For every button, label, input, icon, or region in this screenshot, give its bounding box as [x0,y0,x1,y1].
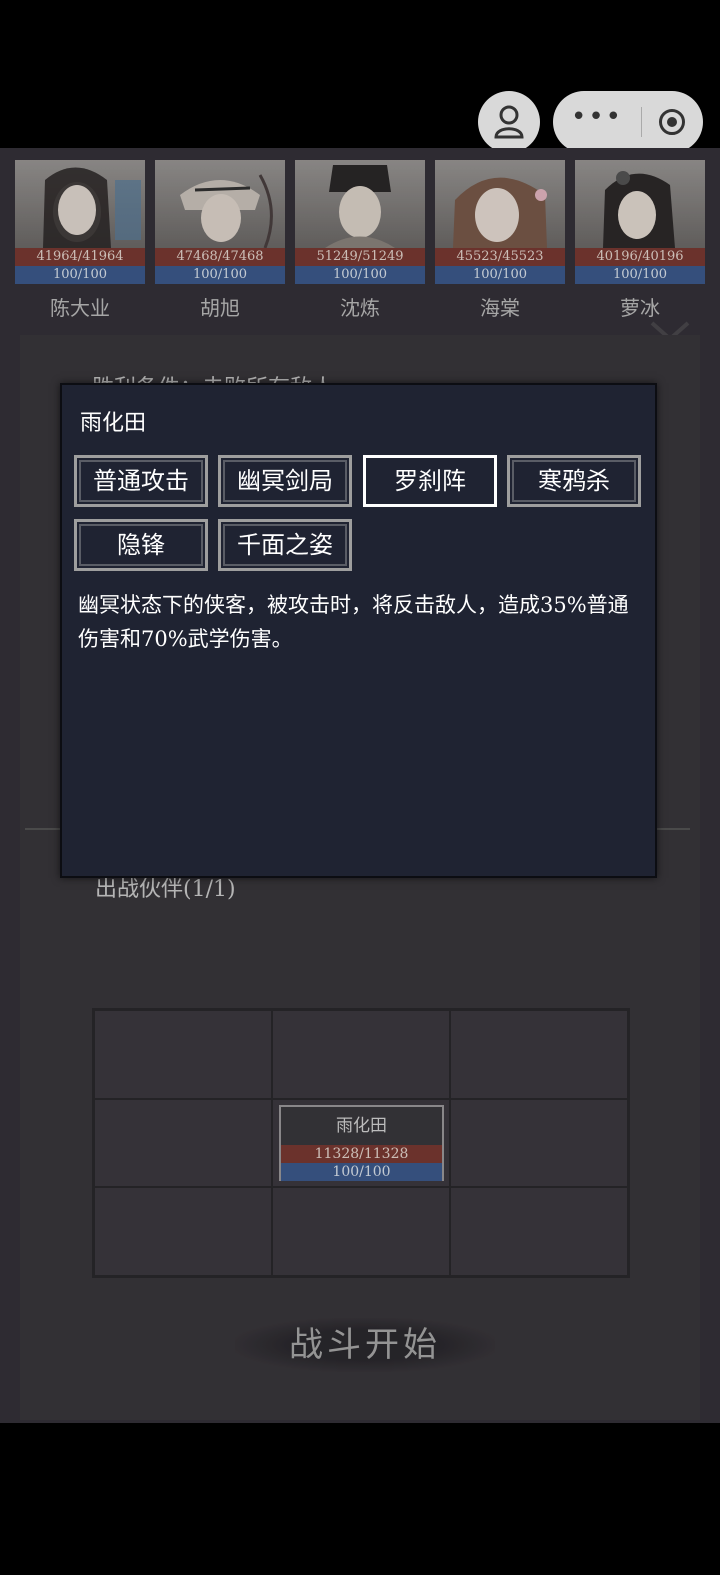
skill-dialog: 雨化田 普通攻击 幽冥剑局 罗刹阵 寒鸦杀 隐锋 千面之姿 幽冥状态下的侠客，被… [60,383,657,878]
skill-button[interactable]: 隐锋 [74,519,208,571]
skill-description: 幽冥状态下的侠客，被攻击时，将反击敌人，造成35%普通伤害和70%武学伤害。 [78,593,629,651]
bottom-area [0,1423,720,1575]
user-avatar-button[interactable] [478,91,540,153]
skill-button[interactable]: 千面之姿 [218,519,352,571]
mini-program-capsule: ••• [553,91,703,153]
skill-button-selected[interactable]: 罗刹阵 [363,455,497,507]
user-icon [494,105,524,139]
close-target-icon[interactable] [658,109,685,135]
capsule-divider [640,107,642,137]
dialog-title: 雨化田 [80,411,147,436]
skill-button[interactable]: 普通攻击 [74,455,208,507]
skill-button[interactable]: 幽冥剑局 [218,455,352,507]
more-icon[interactable]: ••• [571,104,623,130]
skill-button[interactable]: 寒鸦杀 [507,455,641,507]
